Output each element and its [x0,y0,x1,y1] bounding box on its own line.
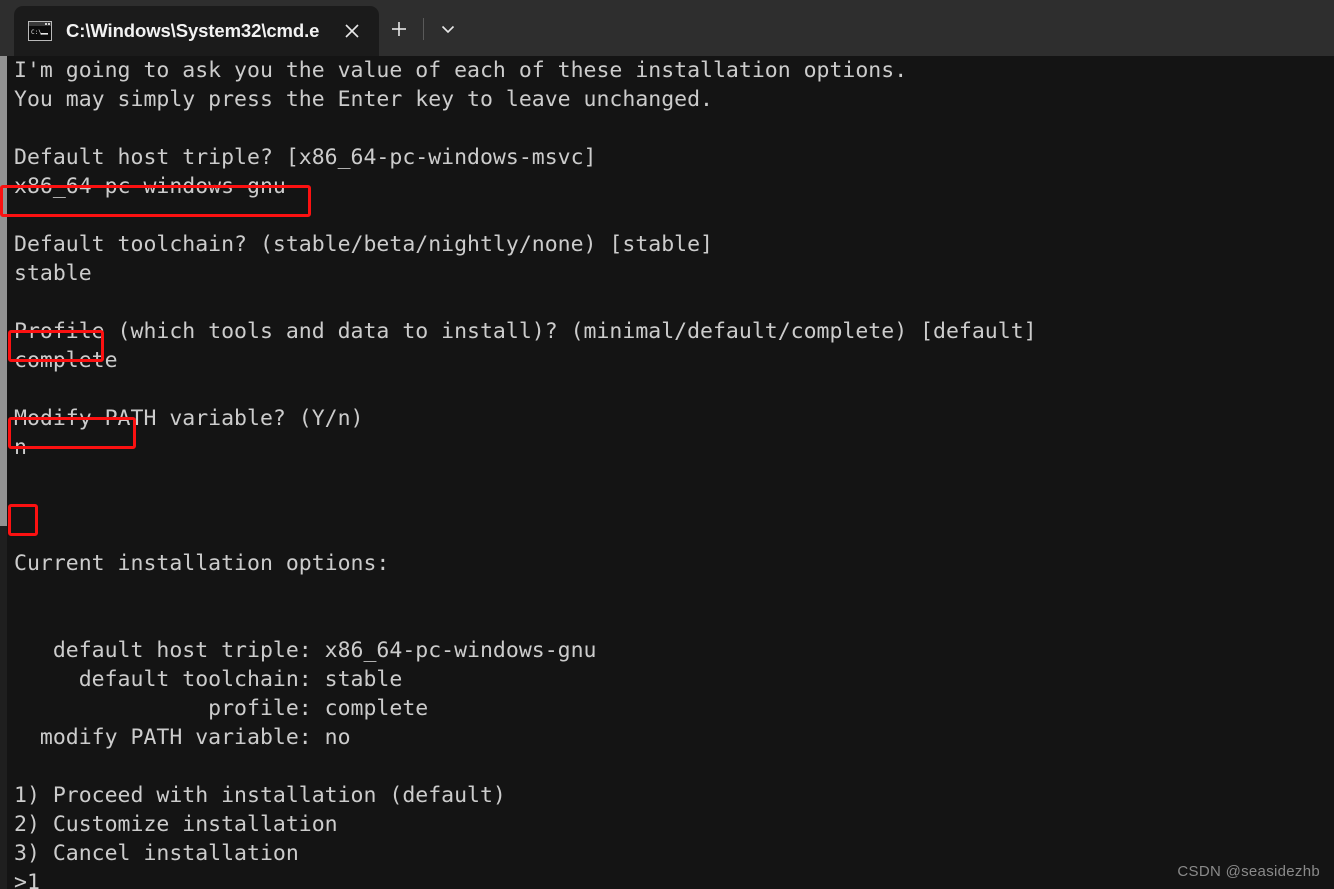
console-line [14,114,1324,143]
console-line: n [14,433,1324,462]
console-line [14,607,1324,636]
console-line: profile: complete [14,694,1324,723]
console-line: 3) Cancel installation [14,839,1324,868]
console-line: Current installation options: [14,549,1324,578]
console-line [14,462,1324,491]
console-line [14,578,1324,607]
console-text: I'm going to ask you the value of each o… [14,56,1324,889]
console-line: Profile (which tools and data to install… [14,317,1324,346]
cmd-console-icon: C:\ [28,21,52,41]
new-tab-icon[interactable] [379,10,419,48]
tabbar-actions [379,4,468,56]
console-line: 2) Customize installation [14,810,1324,839]
svg-text:C:\: C:\ [31,29,42,36]
console-line: 1) Proceed with installation (default) [14,781,1324,810]
terminal-window: C:\ C:\Windows\System32\cmd.e [0,0,1334,889]
console-line: modify PATH variable: no [14,723,1324,752]
console-line: stable [14,259,1324,288]
console-line: >1 [14,868,1324,889]
console-line [14,520,1324,549]
toolbar-separator [423,18,424,40]
console-line: You may simply press the Enter key to le… [14,85,1324,114]
terminal-output-area[interactable]: I'm going to ask you the value of each o… [0,56,1334,889]
console-line: Default toolchain? (stable/beta/nightly/… [14,230,1324,259]
tab-title: C:\Windows\System32\cmd.e [66,20,319,42]
vertical-scrollbar[interactable] [0,56,7,889]
title-bar: C:\ C:\Windows\System32\cmd.e [0,0,1334,56]
console-line: complete [14,346,1324,375]
console-line: Default host triple? [x86_64-pc-windows-… [14,143,1324,172]
chevron-down-icon[interactable] [428,10,468,48]
console-line: x86_64-pc-windows-gnu [14,172,1324,201]
console-line [14,752,1324,781]
console-line: Modify PATH variable? (Y/n) [14,404,1324,433]
console-line: default toolchain: stable [14,665,1324,694]
console-line: default host triple: x86_64-pc-windows-g… [14,636,1324,665]
console-line [14,491,1324,520]
console-line [14,375,1324,404]
console-line: I'm going to ask you the value of each o… [14,56,1324,85]
watermark: CSDN @seasidezhb [1177,863,1320,880]
terminal-tab[interactable]: C:\ C:\Windows\System32\cmd.e [14,6,379,56]
scrollbar-thumb[interactable] [0,56,7,526]
console-line [14,288,1324,317]
console-line [14,201,1324,230]
close-icon[interactable] [335,14,369,48]
